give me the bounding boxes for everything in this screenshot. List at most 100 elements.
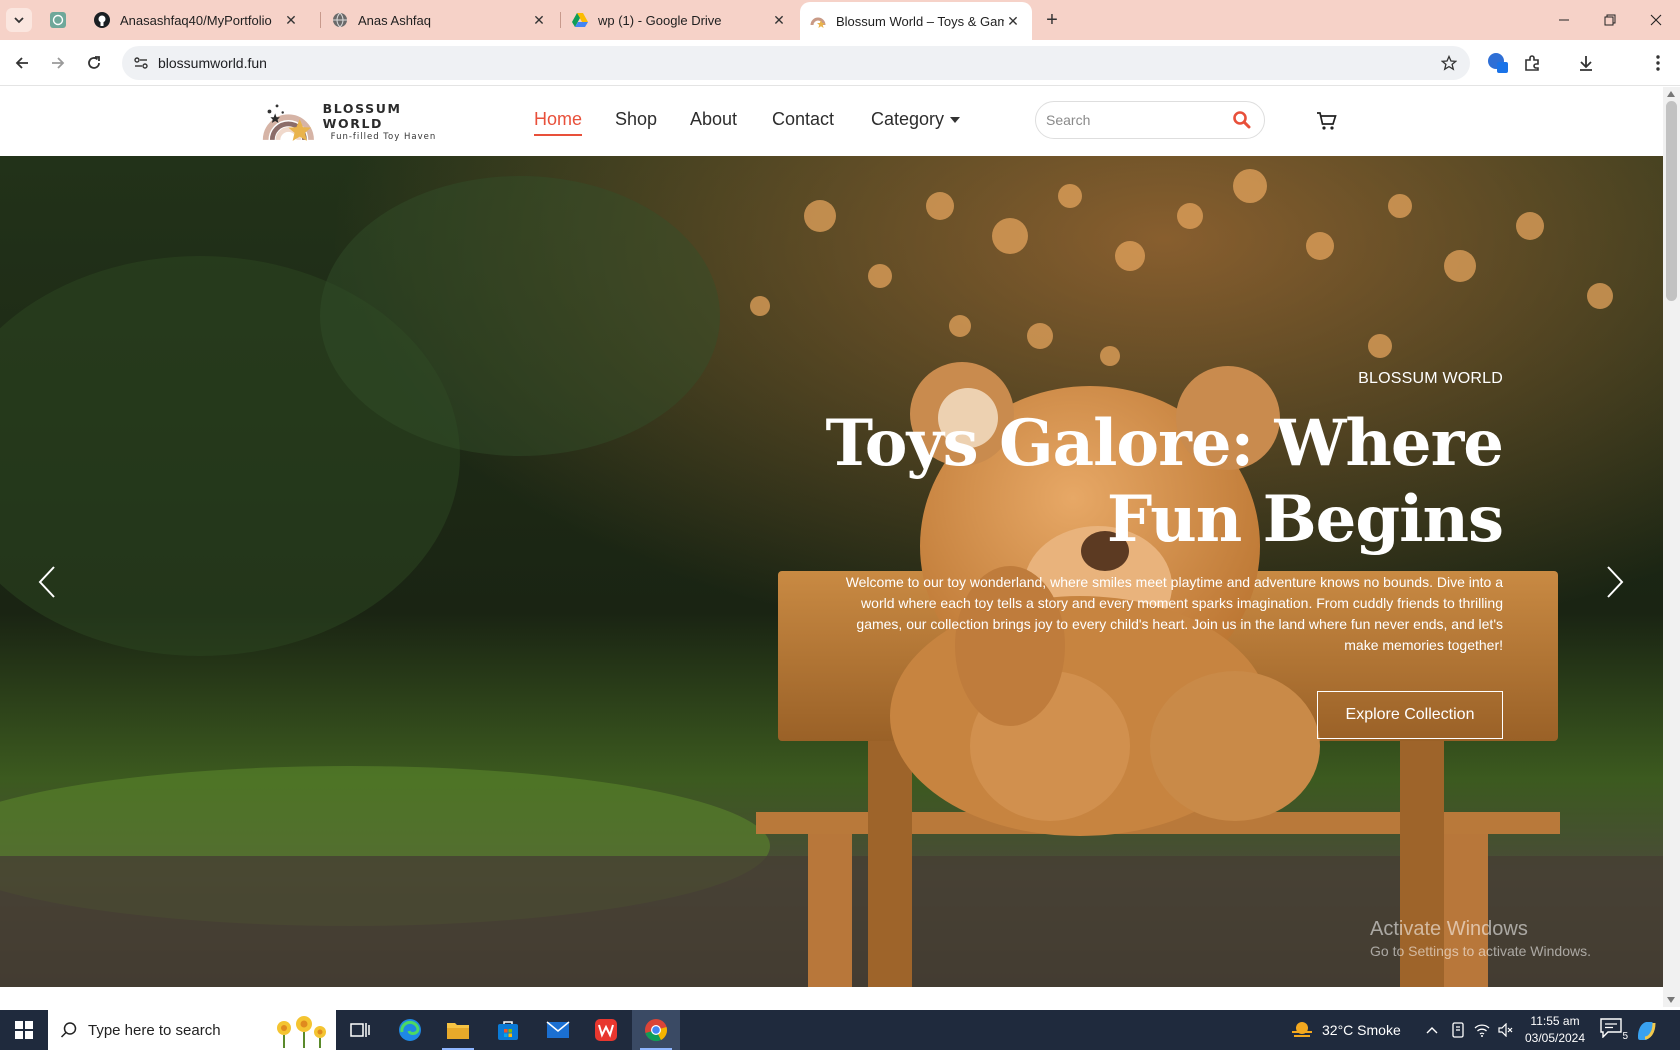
site-info-icon[interactable] — [128, 50, 154, 76]
taskbar-clock[interactable]: 11:55 am 03/05/2024 — [1522, 1013, 1588, 1047]
restore-button[interactable] — [1586, 0, 1634, 40]
extensions-button[interactable] — [1518, 49, 1546, 77]
hero-description: Welcome to our toy wonderland, where smi… — [845, 574, 1503, 653]
watermark-line-1: Activate Windows — [1370, 918, 1528, 940]
wps-office-icon — [595, 1019, 617, 1041]
browser-tab-strip: Anasashfaq40/MyPortfolio ✕ Anas Ashfaq ✕… — [0, 0, 1680, 40]
clock-date: 03/05/2024 — [1524, 1031, 1586, 1045]
nav-home[interactable]: Home — [534, 109, 583, 136]
tab-blossum-world[interactable]: Blossum World – Toys & Games ✕ — [800, 2, 1032, 40]
site-logo[interactable]: BLOSSUM WORLD Fun-filled Toy Haven — [260, 97, 460, 145]
taskbar-wps-button[interactable] — [582, 1010, 630, 1050]
close-window-button[interactable] — [1632, 0, 1680, 40]
taskbar-search-box[interactable]: Type here to search — [48, 1010, 336, 1050]
nav-about[interactable]: About — [690, 109, 737, 130]
wifi-icon[interactable] — [1470, 1010, 1494, 1050]
search-icon[interactable] — [1232, 110, 1252, 130]
rainbow-star-logo-icon — [262, 104, 314, 141]
windows-logo-icon — [15, 1021, 33, 1039]
task-view-button[interactable] — [336, 1010, 384, 1050]
download-icon — [1580, 56, 1592, 71]
hero-eyebrow: BLOSSUM WORLD — [1358, 370, 1503, 387]
address-bar[interactable]: blossumworld.fun — [122, 46, 1470, 80]
copilot-taskbar-button[interactable] — [1622, 1010, 1670, 1050]
logo-title: BLOSSUM WORLD — [322, 100, 402, 131]
minimize-icon — [1559, 19, 1569, 21]
taskbar-edge-button[interactable] — [386, 1010, 434, 1050]
copilot-icon — [1488, 53, 1508, 73]
hero-slider: BLOSSUM WORLD Toys Galore: Where Fun Beg… — [0, 156, 1663, 987]
google-drive-icon — [572, 12, 588, 28]
tab-google-drive[interactable]: wp (1) - Google Drive ✕ — [562, 0, 798, 40]
tab-title: Blossum World – Toys & Games — [836, 13, 1004, 29]
reload-button[interactable] — [80, 49, 108, 77]
chrome-icon — [645, 1019, 667, 1042]
blossum-favicon — [810, 13, 826, 29]
tab-github[interactable]: Anasashfaq40/MyPortfolio ✕ — [84, 0, 310, 40]
scroll-down-icon[interactable] — [1667, 997, 1675, 1003]
scroll-up-icon[interactable] — [1667, 91, 1675, 97]
taskbar-chrome-button[interactable] — [632, 1010, 680, 1050]
clock-time: 11:55 am — [1530, 1014, 1580, 1028]
explore-collection-button[interactable]: Explore Collection — [1317, 691, 1503, 739]
chat-bubble-icon — [1600, 1018, 1622, 1039]
task-view-icon — [350, 1023, 370, 1037]
hero-title: Toys Galore: Where Fun Begins — [825, 406, 1505, 557]
forward-button[interactable] — [44, 49, 72, 77]
show-hidden-icons-button[interactable] — [1420, 1010, 1444, 1050]
tab-anas-ashfaq[interactable]: Anas Ashfaq ✕ — [322, 0, 558, 40]
volume-muted-icon[interactable] — [1494, 1010, 1518, 1050]
close-icon[interactable]: ✕ — [282, 11, 300, 29]
nav-shop[interactable]: Shop — [615, 109, 657, 130]
activate-windows-watermark: Activate Windows Go to Settings to activ… — [1370, 918, 1591, 959]
tab-title: Anas Ashfaq — [358, 12, 431, 28]
close-icon[interactable]: ✕ — [530, 11, 548, 29]
github-icon — [94, 12, 110, 28]
close-icon[interactable]: ✕ — [1004, 12, 1022, 30]
tab-title: wp (1) - Google Drive — [598, 12, 722, 28]
reload-icon — [88, 56, 100, 69]
chevron-right-icon — [1607, 566, 1624, 598]
close-icon[interactable]: ✕ — [770, 11, 788, 29]
slider-next-button[interactable] — [1598, 556, 1632, 608]
new-tab-button[interactable]: + — [1040, 9, 1064, 31]
cart-icon[interactable] — [1316, 111, 1338, 131]
browser-toolbar: blossumworld.fun A — [0, 40, 1680, 114]
bookmark-star-icon[interactable] — [1438, 52, 1460, 74]
tab-search-button[interactable] — [6, 8, 32, 32]
browser-menu-button[interactable] — [1644, 49, 1672, 77]
store-icon — [498, 1021, 518, 1040]
logo-tagline: Fun-filled Toy Haven — [330, 131, 437, 142]
copilot-extension-button[interactable] — [1484, 49, 1512, 77]
back-button[interactable] — [8, 49, 36, 77]
chevron-down-icon — [14, 17, 24, 24]
start-button[interactable] — [0, 1010, 48, 1050]
page-scrollbar[interactable] — [1663, 87, 1680, 1007]
nav-category[interactable]: Category — [871, 109, 961, 130]
search-input[interactable] — [1046, 110, 1226, 130]
downloads-button[interactable] — [1572, 49, 1600, 77]
flowers-search-highlight-icon — [277, 1016, 326, 1048]
slider-prev-button[interactable] — [30, 556, 64, 608]
minimize-button[interactable] — [1540, 0, 1588, 40]
taskbar-store-button[interactable] — [484, 1010, 532, 1050]
tab-title: Anasashfaq40/MyPortfolio — [120, 12, 272, 28]
mail-icon — [546, 1021, 570, 1038]
puzzle-icon — [1525, 55, 1539, 71]
chatgpt-icon — [50, 12, 66, 28]
tray-device-icon[interactable] — [1446, 1010, 1470, 1050]
tab-chatgpt[interactable] — [40, 0, 80, 40]
search-icon — [60, 1022, 77, 1038]
more-vertical-icon — [1656, 55, 1660, 71]
arrow-left-icon — [15, 57, 28, 69]
taskbar-file-explorer-button[interactable] — [434, 1010, 482, 1050]
nav-contact[interactable]: Contact — [772, 109, 834, 130]
tab-separator — [320, 12, 321, 28]
site-header: BLOSSUM WORLD Fun-filled Toy Haven Home … — [0, 87, 1663, 156]
watermark-line-2: Go to Settings to activate Windows. — [1370, 943, 1591, 959]
scrollbar-thumb[interactable] — [1666, 101, 1677, 301]
restore-icon — [1604, 14, 1616, 26]
edge-icon — [399, 1019, 421, 1041]
weather-widget[interactable]: 32°C Smoke — [1290, 1010, 1401, 1050]
taskbar-mail-button[interactable] — [534, 1010, 582, 1050]
